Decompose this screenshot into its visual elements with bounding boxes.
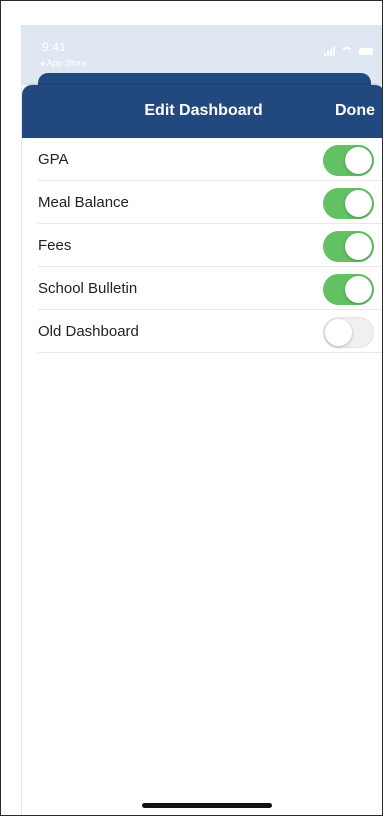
toggle-knob xyxy=(325,319,352,346)
setting-row-fees: Fees xyxy=(38,224,382,267)
toggle-knob xyxy=(345,276,372,303)
done-button[interactable]: Done xyxy=(335,102,375,120)
screen-frame: 9:41 ◂ App Store Edit Dashboard Done GPA… xyxy=(0,0,383,816)
back-to-app-store-link[interactable]: ◂ App Store xyxy=(40,58,87,69)
school-bulletin-toggle[interactable] xyxy=(323,274,374,305)
setting-label: GPA xyxy=(38,151,69,168)
fees-toggle[interactable] xyxy=(323,231,374,262)
setting-row-old-dashboard: Old Dashboard xyxy=(38,310,382,353)
status-icons xyxy=(313,45,373,57)
old-dashboard-toggle[interactable] xyxy=(323,317,374,348)
settings-list: GPA Meal Balance Fees School Bulletin Ol… xyxy=(22,138,382,353)
setting-label: Old Dashboard xyxy=(38,323,139,340)
navigation-bar: Edit Dashboard Done xyxy=(22,85,382,138)
setting-label: Fees xyxy=(38,237,72,254)
cellular-signal-icon xyxy=(324,46,335,56)
setting-row-gpa: GPA xyxy=(38,138,382,181)
phone-screen: 9:41 ◂ App Store Edit Dashboard Done GPA… xyxy=(21,25,382,815)
battery-icon xyxy=(359,47,373,55)
toggle-knob xyxy=(345,233,372,260)
meal-balance-toggle[interactable] xyxy=(323,188,374,219)
setting-row-school-bulletin: School Bulletin xyxy=(38,267,382,310)
status-time: 9:41 xyxy=(42,40,67,54)
setting-label: School Bulletin xyxy=(38,280,138,297)
toggle-knob xyxy=(345,147,372,174)
wifi-icon xyxy=(341,46,353,56)
toggle-knob xyxy=(345,190,372,217)
setting-row-meal-balance: Meal Balance xyxy=(38,181,382,224)
home-indicator[interactable] xyxy=(142,803,272,808)
setting-label: Meal Balance xyxy=(38,194,129,211)
gpa-toggle[interactable] xyxy=(323,145,374,176)
page-title: Edit Dashboard xyxy=(144,102,263,119)
